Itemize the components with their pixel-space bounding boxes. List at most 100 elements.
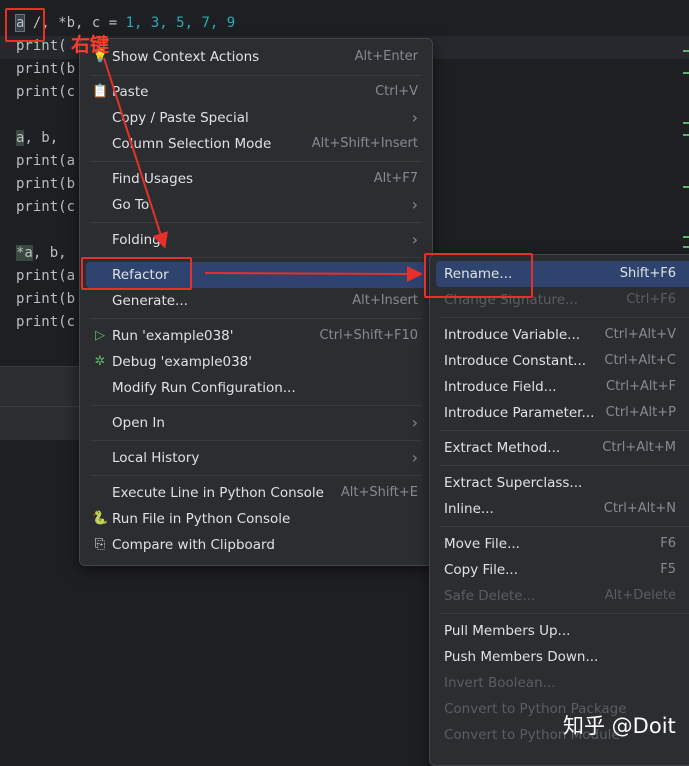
menu-item-label: Modify Run Configuration... [112,380,296,396]
menu-item-inline[interactable]: Inline... Ctrl+Alt+N [436,496,689,522]
menu-item-shortcut: F5 [660,562,676,577]
code-text: print(c [16,199,76,215]
menu-separator [440,430,689,431]
menu-item-open-in[interactable]: Open In › [86,410,426,436]
change-marker [683,134,689,136]
menu-item-shortcut: Alt+Shift+E [340,485,418,500]
menu-item-shortcut: Ctrl+Alt+C [604,353,676,368]
menu-item-label: Run 'example038' [112,328,234,344]
menu-item-label: Open In [112,415,165,431]
menu-item-show-context-actions[interactable]: 💡 Show Context Actions Alt+Enter [86,44,426,70]
menu-separator [90,161,422,162]
watermark: 知乎 @Doit [563,714,676,738]
menu-separator [90,405,422,406]
menu-item-label: Show Context Actions [112,49,260,65]
code-text: , b, [24,130,59,146]
code-text: print(c [16,314,76,330]
menu-item-shortcut: Alt+Insert [352,293,418,308]
menu-item-push-members-down[interactable]: Push Members Down... [436,644,689,670]
chevron-right-icon: › [411,265,418,284]
menu-item-label: Invert Boolean... [444,675,556,691]
menu-item-introduce-constant[interactable]: Introduce Constant... Ctrl+Alt+C [436,348,689,374]
menu-separator [440,465,689,466]
menu-item-label: Introduce Field... [444,379,557,395]
menu-item-shortcut: Ctrl+Alt+V [604,327,676,342]
menu-item-label: Push Members Down... [444,649,599,665]
menu-item-local-history[interactable]: Local History › [86,445,426,471]
menu-item-label: Debug 'example038' [112,354,252,370]
menu-item-shortcut: Alt+Shift+Insert [311,136,418,151]
menu-item-label: Inline... [444,501,494,517]
code-text: print(b [16,291,76,307]
menu-item-run[interactable]: ▷ Run 'example038' Ctrl+Shift+F10 [86,323,426,349]
menu-item-folding[interactable]: Folding › [86,227,426,253]
menu-item-label: Generate... [112,293,188,309]
menu-item-invert-boolean[interactable]: Invert Boolean... [436,670,689,696]
menu-item-label: Execute Line in Python Console [112,485,324,501]
menu-item-copy-paste-special[interactable]: Copy / Paste Special › [86,105,426,131]
change-marker [683,186,689,188]
code-text: print(b [16,61,76,77]
menu-item-extract-method[interactable]: Extract Method... Ctrl+Alt+M [436,435,689,461]
menu-item-paste[interactable]: 📋 Paste Ctrl+V [86,79,426,105]
menu-separator [440,526,689,527]
menu-item-move-file[interactable]: Move File... F6 [436,531,689,557]
chevron-right-icon: › [411,195,418,214]
menu-item-copy-file[interactable]: Copy File... F5 [436,557,689,583]
menu-item-label: Folding [112,232,161,248]
menu-item-shortcut: Ctrl+Alt+F [606,379,676,394]
menu-item-run-file-python-console[interactable]: 🐍 Run File in Python Console [86,506,426,532]
annotation-box-rename [424,253,533,298]
chevron-right-icon: › [411,230,418,249]
menu-item-shortcut: Ctrl+Alt+N [603,501,676,516]
code-numbers: 1, 3, 5, 7, 9 [125,15,236,31]
menu-item-label: Compare with Clipboard [112,537,275,553]
compare-icon: ⎘ [94,537,106,552]
menu-item-column-selection-mode[interactable]: Column Selection Mode Alt+Shift+Insert [86,131,426,157]
chevron-right-icon: › [411,413,418,432]
clipboard-icon: 📋 [92,84,109,99]
menu-item-shortcut: Alt+F7 [373,171,418,186]
debug-icon: ✲ [94,354,106,369]
menu-item-compare-with-clipboard[interactable]: ⎘ Compare with Clipboard [86,532,426,558]
menu-item-generate[interactable]: Generate... Alt+Insert [86,288,426,314]
menu-item-introduce-parameter[interactable]: Introduce Parameter... Ctrl+Alt+P [436,400,689,426]
code-text: print(a [16,268,76,284]
menu-item-extract-superclass[interactable]: Extract Superclass... [436,470,689,496]
context-menu: 💡 Show Context Actions Alt+Enter 📋 Paste… [79,38,433,566]
menu-item-label: Run File in Python Console [112,511,291,527]
menu-item-label: Local History [112,450,200,466]
change-marker [683,50,689,52]
refactor-submenu: Rename... Shift+F6 Change Signature... C… [429,254,689,766]
menu-item-label: Extract Superclass... [444,475,583,491]
change-marker [683,72,689,74]
code-text: print(a [16,153,76,169]
menu-item-shortcut: Alt+Enter [354,49,418,64]
menu-item-label: Paste [112,84,149,100]
code-line[interactable]: a /, *b, c = 1, 3, 5, 7, 9 [14,12,236,35]
menu-item-introduce-field[interactable]: Introduce Field... Ctrl+Alt+F [436,374,689,400]
menu-item-modify-run-configuration[interactable]: Modify Run Configuration... [86,375,426,401]
annotation-box-refactor [81,257,192,290]
menu-separator [440,317,689,318]
menu-item-execute-line-python-console[interactable]: Execute Line in Python Console Alt+Shift… [86,480,426,506]
menu-item-safe-delete[interactable]: Safe Delete... Alt+Delete [436,583,689,609]
menu-item-introduce-variable[interactable]: Introduce Variable... Ctrl+Alt+V [436,322,689,348]
menu-item-go-to[interactable]: Go To › [86,192,426,218]
menu-item-label: Introduce Variable... [444,327,581,343]
menu-item-label: Extract Method... [444,440,561,456]
run-icon: ▷ [95,328,105,343]
menu-item-shortcut: Shift+F6 [619,266,676,281]
change-marker [683,122,689,124]
menu-item-pull-members-up[interactable]: Pull Members Up... [436,618,689,644]
code-text: *a [16,245,33,261]
code-text: print(b [16,176,76,192]
menu-item-label: Introduce Parameter... [444,405,595,421]
menu-item-label: Go To [112,197,150,213]
code-text: , b, [32,245,67,261]
menu-item-debug[interactable]: ✲ Debug 'example038' [86,349,426,375]
menu-separator [90,440,422,441]
annotation-label-right-click: 右键 [71,34,110,56]
menu-item-find-usages[interactable]: Find Usages Alt+F7 [86,166,426,192]
annotation-box-token [5,8,45,42]
